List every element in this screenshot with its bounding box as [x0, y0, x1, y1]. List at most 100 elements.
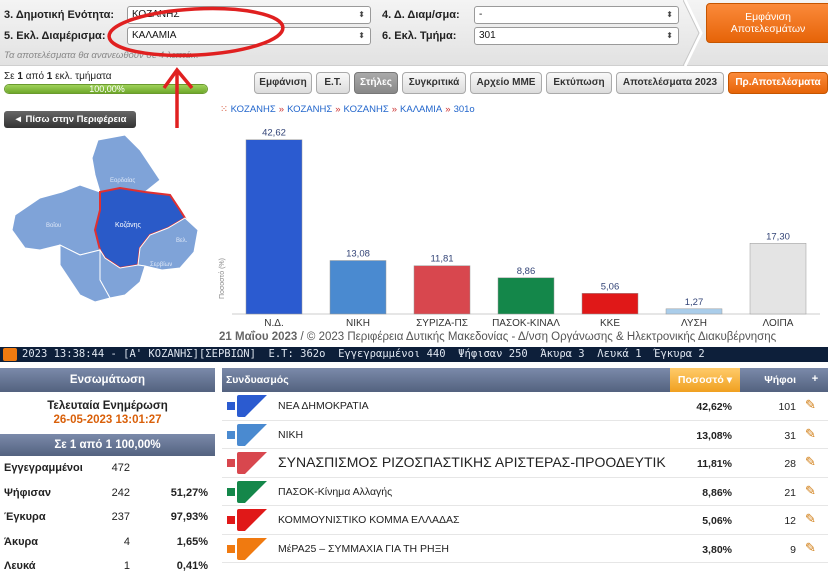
stat-value: 242 [111, 486, 130, 499]
select-arrows-icon: ⬍ [358, 10, 365, 19]
breadcrumb-item[interactable]: ΚΑΛΑΜΙΑ [400, 104, 442, 115]
party-name: ΣΥΝΑΣΠΙΣΜΟΣ ΡΙΖΟΣΠΑΣΤΙΚΗΣ ΑΡΙΣΤΕΡΑΣ-ΠΡΟΟ… [278, 454, 666, 470]
candidates-icon[interactable]: ✎ [805, 426, 816, 442]
table-row[interactable]: ΜέΡΑ25 – ΣΥΜΜΑΧΙΑ ΓΙΑ ΤΗ ΡΗΞΗ 3,80% 9 ✎ [222, 535, 828, 563]
candidates-icon[interactable]: ✎ [805, 483, 816, 499]
tab-show[interactable]: Εμφάνιση [254, 72, 312, 94]
chevron-divider-icon [683, 0, 703, 66]
party-color-swatch [227, 516, 235, 524]
map-label-eordaia: Εορδαίας [110, 178, 135, 184]
party-votes: 31 [784, 429, 796, 442]
candidates-icon[interactable]: ✎ [805, 540, 816, 556]
footer-copyright: 21 Μαΐου 2023 / © 2023 Περιφέρεια Δυτική… [219, 331, 776, 343]
party-color-swatch [227, 459, 235, 467]
tab-et[interactable]: Ε.Τ. [316, 72, 350, 94]
bar-category-label: ΛΟΙΠΑ [763, 318, 794, 329]
breadcrumb-item[interactable]: ΚΟΖΑΝΗΣ [287, 104, 332, 115]
local-community-select[interactable]: - ⬍ [474, 6, 679, 24]
header-votes[interactable]: Ψήφοι [752, 374, 796, 386]
party-logo [237, 480, 269, 503]
party-color-swatch [227, 487, 235, 496]
chart-bar[interactable] [581, 293, 639, 315]
breadcrumb-separator: » [335, 104, 341, 115]
stat-row: Εγγεγραμμένοι 472 [0, 456, 215, 481]
header-expand[interactable]: + [806, 373, 824, 385]
district-select[interactable]: ΚΑΛΑΜΙΑ ⬍ [127, 27, 371, 45]
y-axis-label: Ποσοστό (%) [218, 258, 226, 299]
breadcrumb-item[interactable]: ΚΟΖΑΝΗΣ [344, 104, 389, 115]
municipal-unit-label: 3. Δημοτική Ενότητα: [4, 9, 114, 21]
tab-print[interactable]: Εκτύπωση [546, 72, 612, 94]
candidates-icon[interactable]: ✎ [805, 397, 816, 413]
municipal-unit-select[interactable]: ΚΟΖΑΝΗΣ ⬍ [127, 6, 371, 24]
election-results-page: 3. Δημοτική Ενότητα: ΚΟΖΑΝΗΣ ⬍ 5. Εκλ. Δ… [0, 0, 828, 572]
candidates-icon[interactable]: ✎ [805, 511, 816, 527]
tab-label: Αρχείο ΜΜΕ [476, 77, 536, 88]
table-row[interactable]: ΚΟΜΜΟΥΝΙΣΤΙΚΟ ΚΟΜΜΑ ΕΛΛΑΔΑΣ 5,06% 12 ✎ [222, 506, 828, 535]
polling-station-select[interactable]: 301 ⬍ [474, 27, 679, 45]
map-region-voio[interactable] [11, 184, 101, 256]
breadcrumb-item[interactable]: 301ο [454, 104, 475, 115]
bar-category-label: ΝΙΚΗ [346, 318, 370, 329]
breadcrumb-separator: » [391, 104, 398, 115]
table-row[interactable]: ΝΕΑ ΔΗΜΟΚΡΑΤΙΑ 42,62% 101 ✎ [222, 392, 828, 421]
stat-label: Ψήφισαν [4, 486, 51, 499]
party-logo [237, 509, 269, 531]
party-votes: 21 [784, 486, 796, 499]
progress-label: 100,00% [89, 84, 125, 94]
chart-bar[interactable] [413, 265, 471, 315]
party-logo [237, 395, 269, 417]
tab-columns[interactable]: Στήλες [354, 72, 398, 94]
tab-comparative[interactable]: Συγκριτικά [402, 72, 466, 94]
counted-status: Σε 1 από 1 εκλ. τμήματα [4, 71, 112, 82]
chart-bar[interactable] [245, 139, 303, 315]
header-percent[interactable]: Ποσοστό ▾ [670, 368, 740, 392]
chart-bar[interactable] [497, 277, 555, 315]
show-results-button[interactable]: Εμφάνιση Αποτελεσμάτων [706, 3, 828, 43]
select-arrows-icon: ⬍ [666, 10, 673, 19]
table-row[interactable]: ΣΥΝΑΣΠΙΣΜΟΣ ΡΙΖΟΣΠΑΣΤΙΚΗΣ ΑΡΙΣΤΕΡΑΣ-ΠΡΟΟ… [222, 449, 828, 478]
back-to-region-button[interactable]: ◄ Πίσω στην Περιφέρεια [4, 111, 136, 128]
bar-value-label: 11,81 [430, 254, 453, 265]
select-arrows-icon: ⬍ [666, 31, 673, 40]
stat-label: Άκυρα [4, 535, 39, 548]
district-value: ΚΑΛΑΜΙΑ [132, 30, 177, 41]
party-color-swatch [227, 402, 235, 410]
party-color-swatch [227, 430, 235, 439]
breadcrumb: ⁙ ΚΟΖΑΝΗΣ» ΚΟΖΑΝΗΣ» ΚΟΖΑΝΗΣ» ΚΑΛΑΜΙΑ» 301ο [220, 104, 475, 115]
party-votes: 12 [784, 515, 796, 527]
rss-icon[interactable] [3, 348, 17, 361]
stat-label: Λευκά [4, 560, 36, 572]
chart-bar[interactable] [329, 260, 387, 315]
candidates-icon[interactable]: ✎ [805, 454, 816, 470]
tab-label: Εκτύπωση [553, 77, 605, 88]
stat-value: 1 [123, 560, 130, 572]
tab-results-2023[interactable]: Αποτελέσματα 2023 [616, 72, 724, 94]
refresh-notice: Τα αποτελέσματα θα ανανεωθούν σε 4 λεπτά… [4, 50, 199, 61]
tab-label: Εμφάνιση [259, 77, 307, 88]
table-row[interactable]: ΠΑΣΟΚ-Κίνημα Αλλαγής 8,86% 21 ✎ [222, 478, 828, 506]
results-table: Συνδυασμός Ποσοστό ▾ Ψήφοι + ΝΕΑ ΔΗΜΟΚΡΑ… [222, 368, 828, 563]
tab-prev-results[interactable]: Πρ.Αποτελέσματα [728, 72, 828, 94]
breadcrumb-item[interactable]: ΚΟΖΑΝΗΣ [231, 104, 276, 115]
party-logo [237, 452, 269, 474]
table-row[interactable]: ΝΙΚΗ 13,08% 31 ✎ [222, 421, 828, 449]
party-percent: 42,62% [696, 401, 732, 413]
party-name: ΜέΡΑ25 – ΣΥΜΜΑΧΙΑ ΓΙΑ ΤΗ ΡΗΞΗ [278, 542, 450, 555]
breadcrumb-separator: » [445, 104, 451, 115]
party-name: ΝΕΑ ΔΗΜΟΚΡΑΤΙΑ [278, 400, 369, 412]
chart-bar[interactable] [665, 308, 723, 315]
status-mid: από [25, 71, 45, 82]
map-label-voio: Βοΐου [46, 222, 61, 229]
map-label-kozani: Κοζάνης [115, 221, 142, 229]
status-suffix: εκλ. τμήματα [55, 71, 112, 82]
region-map[interactable]: Εορδαίας Βοΐου Κοζάνης Σερβίων Βελ. [0, 130, 215, 345]
bar-category-label: ΣΥΡΙΖΑ-ΠΣ [416, 318, 468, 329]
district-label: 5. Εκλ. Διαμέρισμα: [4, 30, 106, 42]
integration-count: Σε 1 από 1 100,00% [0, 434, 215, 456]
stat-label: Έγκυρα [4, 511, 46, 523]
header-party[interactable]: Συνδυασμός [226, 374, 289, 386]
chart-bar[interactable] [749, 243, 807, 315]
results-rows: ΝΕΑ ΔΗΜΟΚΡΑΤΙΑ 42,62% 101 ✎ ΝΙΚΗ 13,08% 31 ✎ ΣΥΝ… [222, 392, 828, 563]
tab-media-archive[interactable]: Αρχείο ΜΜΕ [470, 72, 542, 94]
